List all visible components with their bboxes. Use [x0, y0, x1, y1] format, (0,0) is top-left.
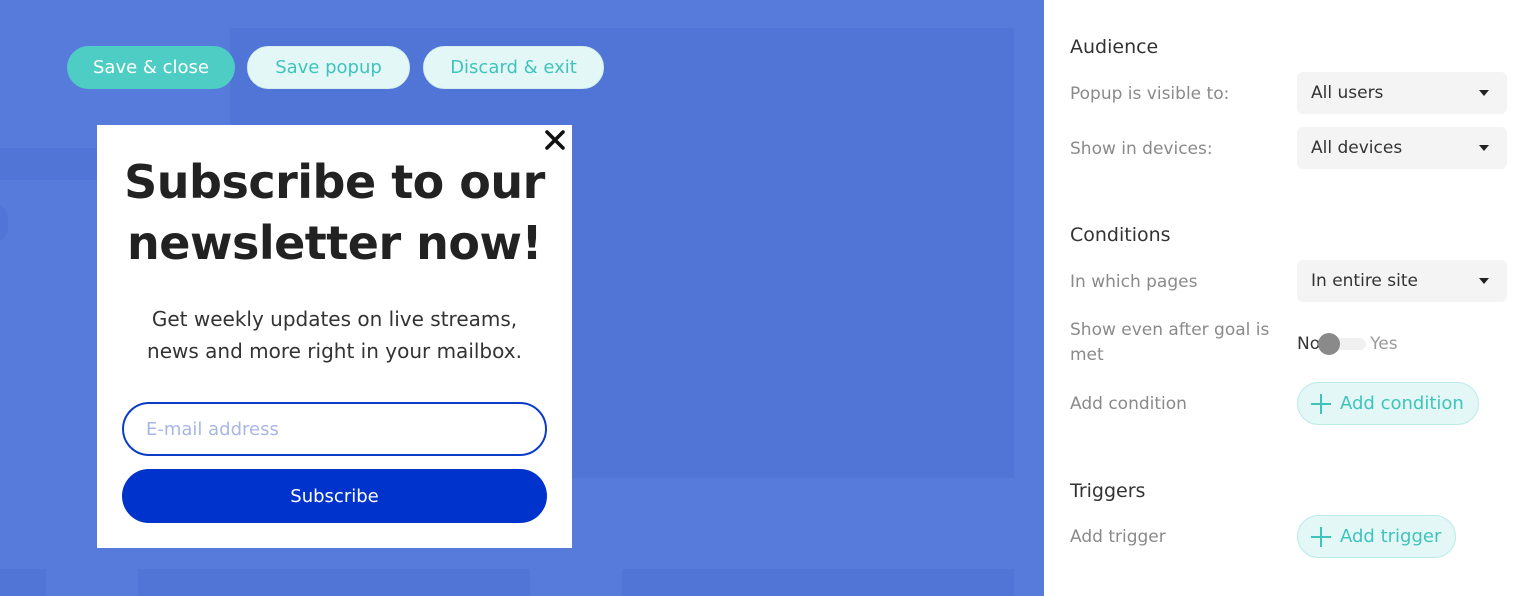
caret-down-icon: [1479, 145, 1489, 151]
visible-to-select[interactable]: All users: [1297, 72, 1507, 114]
toggle-no-label: No: [1297, 334, 1321, 354]
add-trigger-button-label: Add trigger: [1340, 526, 1442, 547]
subscribe-button[interactable]: Subscribe: [122, 469, 547, 523]
add-condition-button[interactable]: Add condition: [1297, 382, 1479, 425]
popup-title-line: newsletter now!: [127, 216, 543, 270]
page-preview-block: [0, 569, 46, 596]
popup-editor-canvas: Save & close Save popup Discard & exit S…: [0, 0, 1044, 596]
popup-title-line: Subscribe to our: [124, 155, 545, 209]
add-trigger-label: Add trigger: [1070, 527, 1166, 547]
save-close-button[interactable]: Save & close: [67, 46, 235, 89]
caret-down-icon: [1479, 278, 1489, 284]
devices-select[interactable]: All devices: [1297, 127, 1507, 169]
settings-panel: Audience Popup is visible to: All users …: [1044, 0, 1529, 596]
visible-to-label: Popup is visible to:: [1070, 84, 1230, 104]
goal-toggle-group: No Yes: [1297, 332, 1398, 356]
newsletter-popup: Subscribe to our newsletter now! Get wee…: [97, 125, 572, 548]
devices-value: All devices: [1311, 138, 1403, 158]
devices-label: Show in devices:: [1070, 139, 1213, 159]
visible-to-value: All users: [1311, 83, 1384, 103]
goal-toggle[interactable]: [1318, 333, 1367, 355]
conditions-heading: Conditions: [1070, 224, 1171, 246]
page-preview-block: [138, 569, 530, 596]
page-preview-block: [0, 204, 8, 242]
plus-icon: [1310, 526, 1332, 548]
toggle-yes-label: Yes: [1370, 334, 1398, 354]
caret-down-icon: [1479, 90, 1489, 96]
popup-title: Subscribe to our newsletter now!: [97, 152, 572, 274]
close-icon[interactable]: [544, 129, 566, 151]
pages-label: In which pages: [1070, 272, 1198, 292]
pages-value: In entire site: [1311, 271, 1418, 291]
popup-description: Get weekly updates on live streams, news…: [117, 303, 552, 367]
plus-icon: [1310, 393, 1332, 415]
add-condition-button-label: Add condition: [1340, 393, 1464, 414]
page-preview-block: [622, 569, 1014, 596]
toggle-knob: [1318, 333, 1341, 355]
discard-exit-button[interactable]: Discard & exit: [423, 46, 604, 89]
popup-description-line: news and more right in your mailbox.: [147, 339, 522, 363]
triggers-heading: Triggers: [1070, 480, 1146, 502]
popup-description-line: Get weekly updates on live streams,: [151, 307, 518, 331]
page-preview-block: [0, 148, 98, 180]
email-input[interactable]: [122, 402, 547, 456]
add-condition-label: Add condition: [1070, 394, 1187, 414]
goal-label: Show even after goal is met: [1070, 320, 1270, 365]
audience-heading: Audience: [1070, 36, 1159, 58]
save-popup-button[interactable]: Save popup: [247, 46, 410, 89]
pages-select[interactable]: In entire site: [1297, 260, 1507, 302]
add-trigger-button[interactable]: Add trigger: [1297, 515, 1457, 558]
